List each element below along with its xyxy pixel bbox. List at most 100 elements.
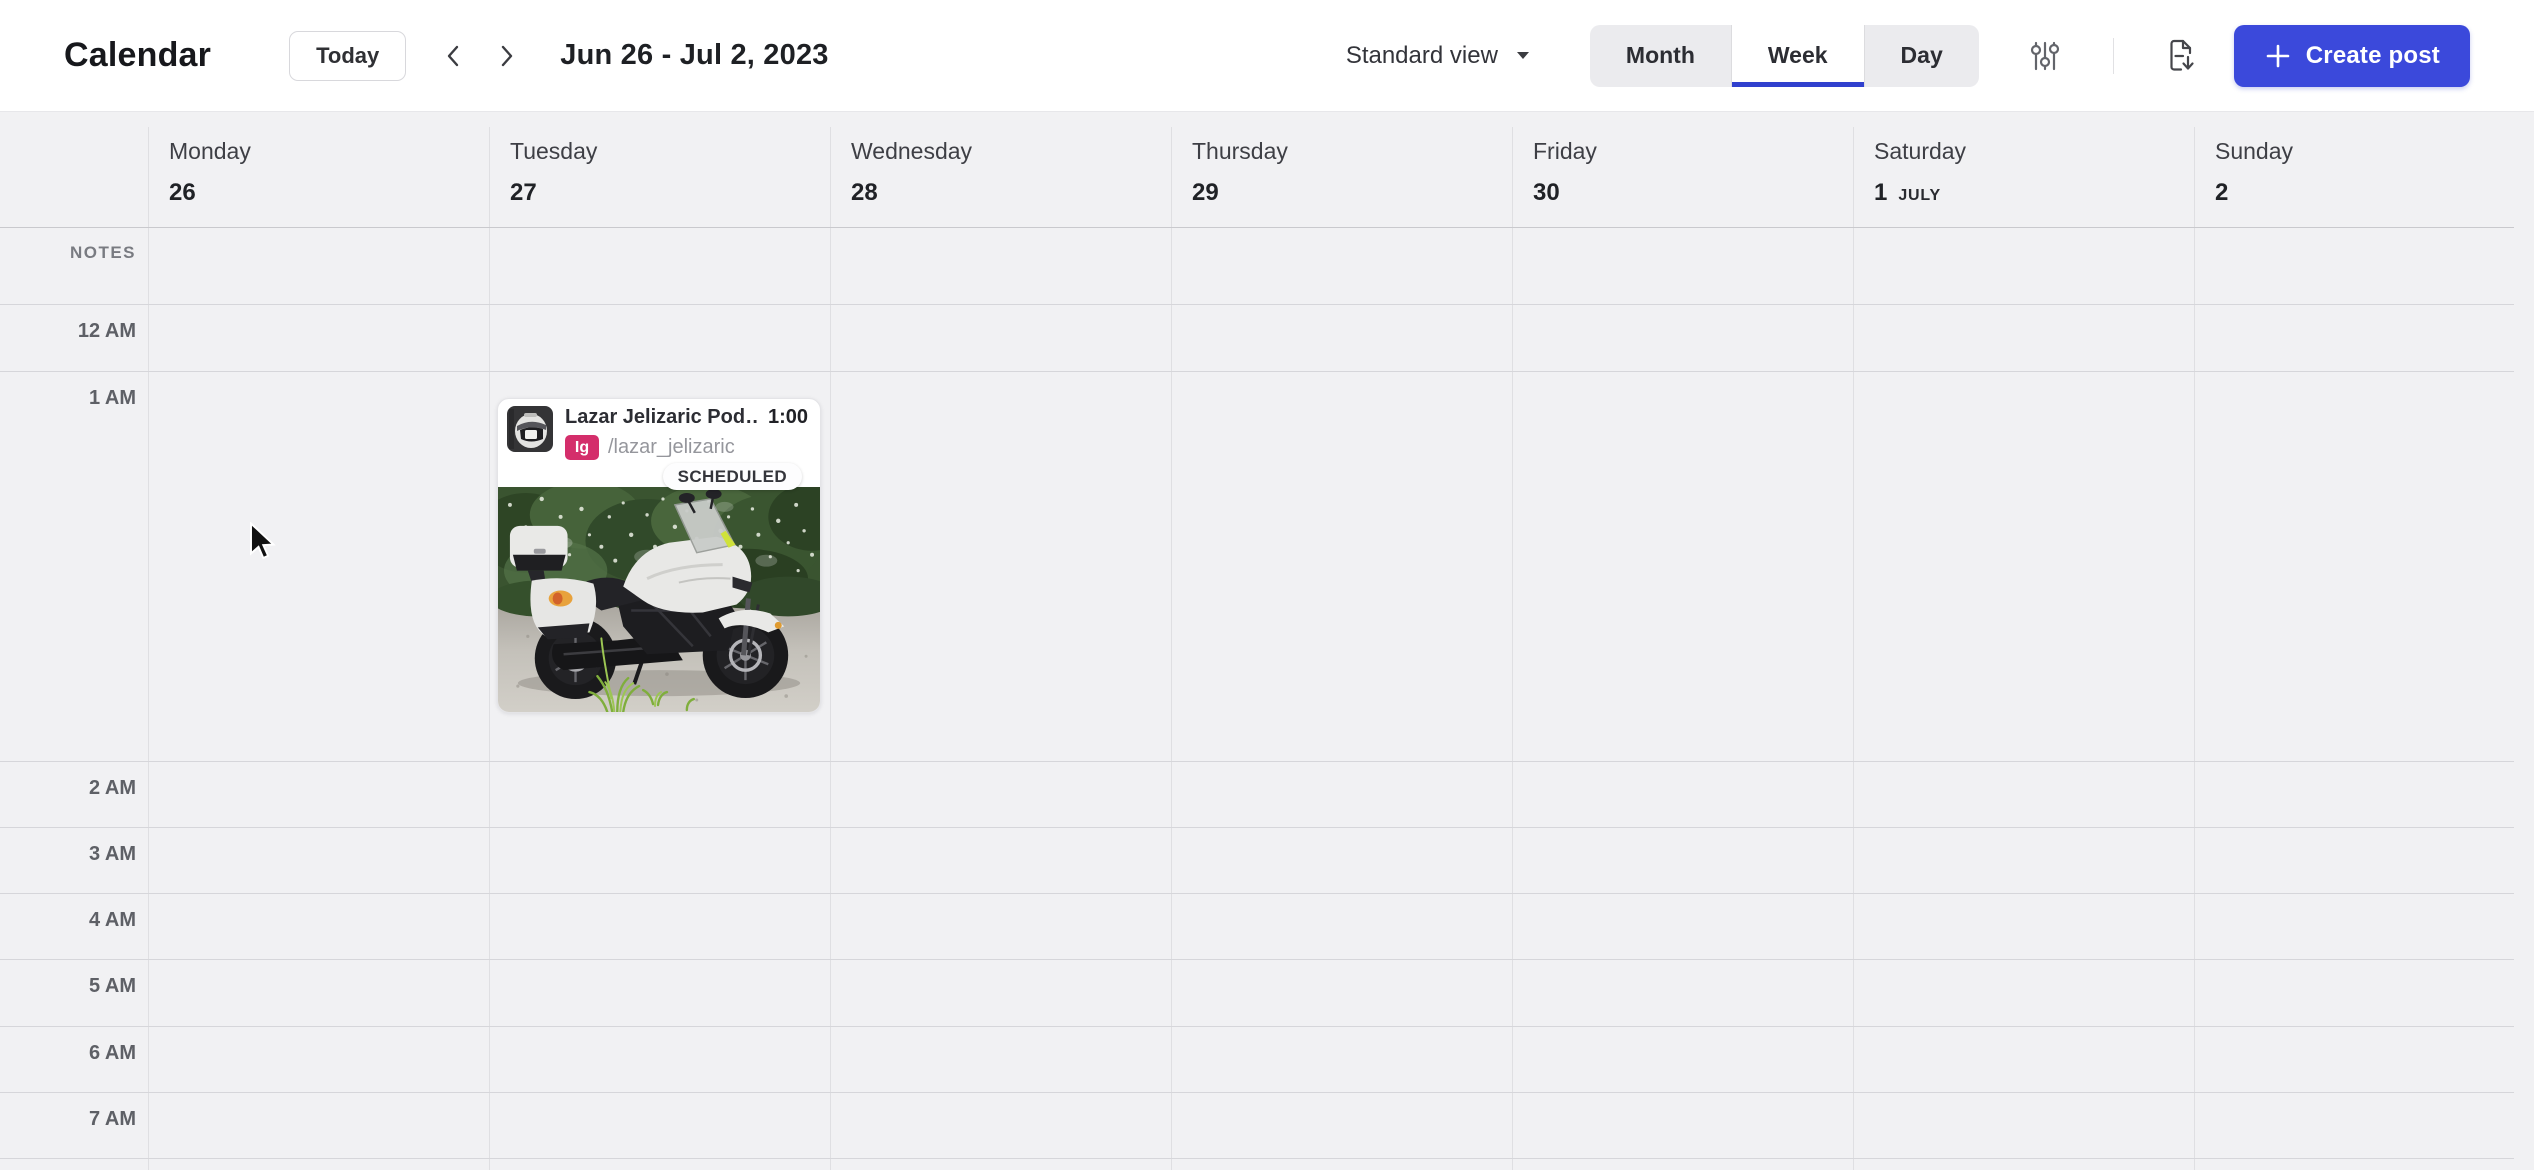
calendar-cell[interactable]	[489, 1093, 830, 1158]
create-post-label: Create post	[2306, 42, 2440, 70]
scheduled-post-card[interactable]: Lazar Jelizaric Pod… 1:00 Ig /lazar_jeli…	[497, 398, 821, 713]
calendar-cell[interactable]	[2194, 305, 2534, 371]
calendar-cell[interactable]	[830, 894, 1171, 959]
calendar-cell[interactable]	[148, 894, 489, 959]
calendar-cell[interactable]	[1853, 305, 2194, 371]
prev-week-button[interactable]	[436, 38, 472, 74]
calendar-cell[interactable]	[2194, 894, 2534, 959]
calendar-cell[interactable]	[1171, 762, 1512, 827]
calendar-cell[interactable]	[2194, 1159, 2534, 1170]
calendar-cell[interactable]	[489, 828, 830, 893]
calendar-cell[interactable]	[1171, 1159, 1512, 1170]
calendar-cell[interactable]	[489, 1027, 830, 1092]
calendar-cell[interactable]	[1853, 1027, 2194, 1092]
calendar-cell[interactable]	[1512, 372, 1853, 761]
calendar-cell[interactable]	[148, 1093, 489, 1158]
filter-button[interactable]	[2023, 34, 2067, 78]
calendar-cell[interactable]	[148, 828, 489, 893]
notes-cell-sunday[interactable]	[2194, 228, 2534, 304]
calendar-cell[interactable]	[830, 828, 1171, 893]
notes-cell-saturday[interactable]	[1853, 228, 2194, 304]
plus-icon	[2264, 42, 2292, 70]
calendar-cell-tuesday-1am[interactable]: Lazar Jelizaric Pod… 1:00 Ig /lazar_jeli…	[489, 372, 830, 761]
calendar-cell[interactable]	[1171, 372, 1512, 761]
time-label-cell: 2 AM	[0, 762, 148, 827]
calendar-cell[interactable]	[830, 960, 1171, 1026]
calendar-cell[interactable]	[1512, 960, 1853, 1026]
calendar-cell[interactable]	[1171, 828, 1512, 893]
calendar-cell[interactable]	[489, 894, 830, 959]
time-label-cell: 5 AM	[0, 960, 148, 1026]
calendar-cell[interactable]	[1512, 1027, 1853, 1092]
next-week-button[interactable]	[488, 38, 524, 74]
create-post-button[interactable]: Create post	[2234, 25, 2470, 87]
calendar-cell[interactable]	[489, 960, 830, 1026]
time-label-cell: 4 AM	[0, 894, 148, 959]
tab-month[interactable]: Month	[1590, 25, 1731, 87]
tab-day[interactable]: Day	[1864, 25, 1979, 87]
calendar-cell[interactable]	[148, 1027, 489, 1092]
calendar-cell[interactable]	[830, 1027, 1171, 1092]
status-badge: SCHEDULED	[663, 463, 802, 490]
calendar-cell[interactable]	[489, 305, 830, 371]
calendar-cell[interactable]	[148, 960, 489, 1026]
time-label: 2 AM	[89, 777, 136, 799]
notes-cell-monday[interactable]	[148, 228, 489, 304]
day-header-row: Monday 26 Tuesday 27 Wednesday 28 Thursd…	[0, 112, 2514, 228]
calendar-cell[interactable]	[1171, 305, 1512, 371]
calendar-cell[interactable]	[489, 1159, 830, 1170]
day-header-friday: Friday 30	[1512, 112, 1853, 227]
calendar-cell[interactable]	[148, 1159, 489, 1170]
time-row-partial	[0, 1159, 2514, 1170]
calendar-cell[interactable]	[1853, 1093, 2194, 1158]
calendar-cell[interactable]	[1171, 1093, 1512, 1158]
tab-week[interactable]: Week	[1731, 25, 1864, 87]
notes-cell-tuesday[interactable]	[489, 228, 830, 304]
calendar-cell[interactable]	[2194, 1027, 2534, 1092]
calendar-cell[interactable]	[1171, 894, 1512, 959]
calendar-cell[interactable]	[1853, 828, 2194, 893]
calendar-week-view: Monday 26 Tuesday 27 Wednesday 28 Thursd…	[0, 112, 2534, 1170]
calendar-cell[interactable]	[489, 762, 830, 827]
calendar-cell[interactable]	[1512, 828, 1853, 893]
calendar-grid: NOTES 12 AM 1 AM	[0, 228, 2514, 1170]
calendar-cell[interactable]	[2194, 828, 2534, 893]
time-label: 5 AM	[89, 975, 136, 997]
post-account-name: Lazar Jelizaric Pod…	[565, 406, 758, 429]
time-row-6am: 6 AM	[0, 1027, 2514, 1093]
calendar-cell[interactable]	[1512, 894, 1853, 959]
day-number: 26	[169, 179, 196, 207]
calendar-cell[interactable]	[2194, 372, 2534, 761]
notes-cell-thursday[interactable]	[1171, 228, 1512, 304]
calendar-cell[interactable]	[830, 1159, 1171, 1170]
calendar-cell[interactable]	[830, 762, 1171, 827]
calendar-cell[interactable]	[1171, 1027, 1512, 1092]
calendar-cell[interactable]	[1853, 762, 2194, 827]
topbar-divider	[2113, 38, 2114, 74]
calendar-cell[interactable]	[830, 372, 1171, 761]
day-header-wednesday: Wednesday 28	[830, 112, 1171, 227]
today-button[interactable]: Today	[289, 31, 406, 81]
calendar-cell[interactable]	[830, 1093, 1171, 1158]
calendar-cell[interactable]	[2194, 960, 2534, 1026]
calendar-cell[interactable]	[148, 305, 489, 371]
calendar-cell[interactable]	[1853, 894, 2194, 959]
calendar-cell[interactable]	[1853, 372, 2194, 761]
notes-cell-wednesday[interactable]	[830, 228, 1171, 304]
view-selector-dropdown[interactable]: Standard view	[1346, 42, 1530, 70]
calendar-cell[interactable]	[148, 372, 489, 761]
calendar-cell[interactable]	[2194, 762, 2534, 827]
calendar-cell[interactable]	[1512, 1093, 1853, 1158]
calendar-cell[interactable]	[1171, 960, 1512, 1026]
calendar-cell[interactable]	[148, 762, 489, 827]
calendar-cell[interactable]	[1512, 1159, 1853, 1170]
export-posts-button[interactable]	[2160, 34, 2204, 78]
notes-cell-friday[interactable]	[1512, 228, 1853, 304]
calendar-cell[interactable]	[1853, 960, 2194, 1026]
calendar-cell[interactable]	[1853, 1159, 2194, 1170]
calendar-cell[interactable]	[1512, 762, 1853, 827]
calendar-cell[interactable]	[2194, 1093, 2534, 1158]
calendar-cell[interactable]	[830, 305, 1171, 371]
time-label-cell: 7 AM	[0, 1093, 148, 1158]
calendar-cell[interactable]	[1512, 305, 1853, 371]
